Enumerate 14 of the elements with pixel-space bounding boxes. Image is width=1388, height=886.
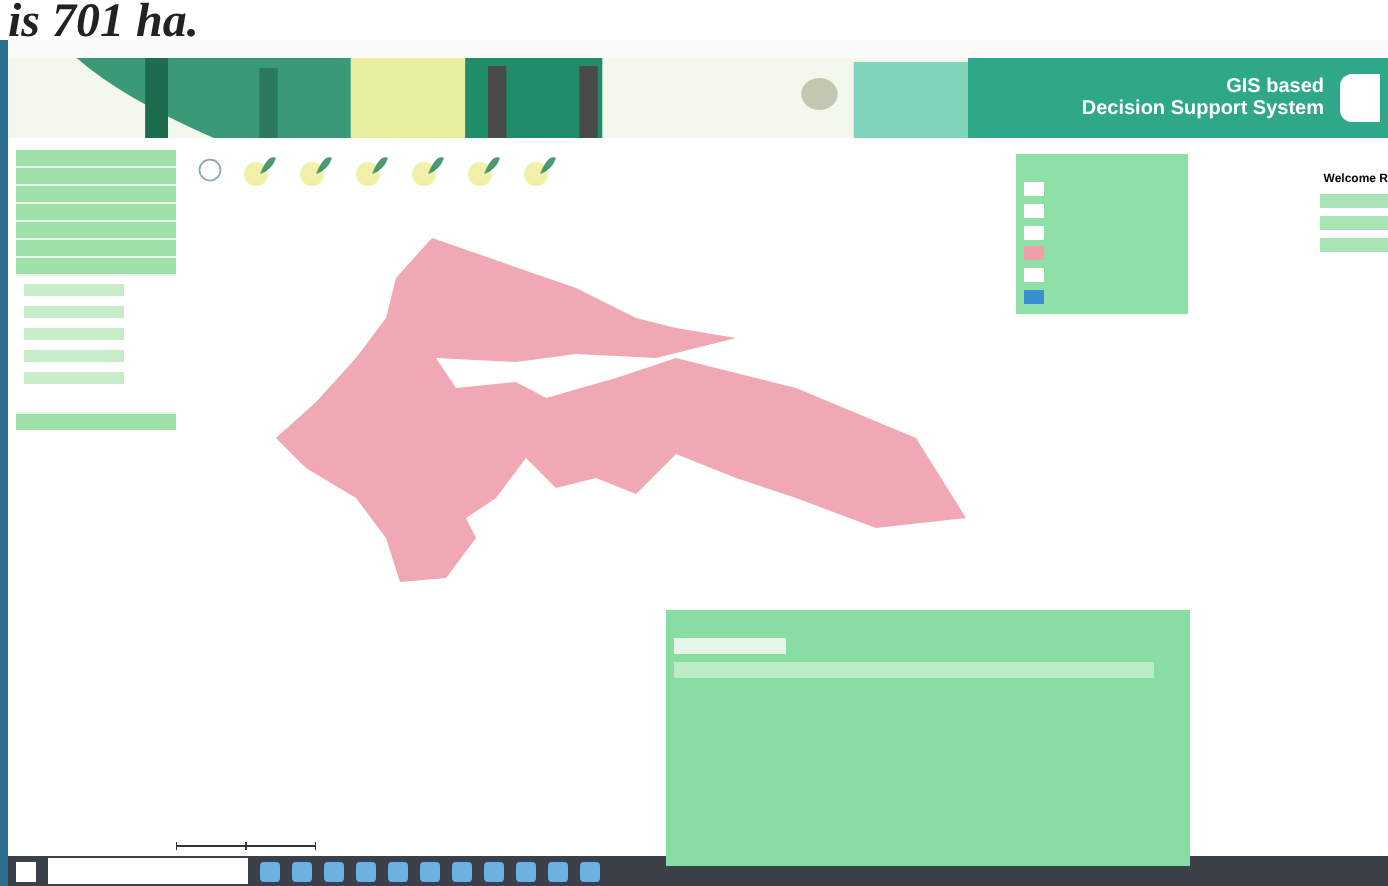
legend-swatch-icon [1024, 225, 1044, 240]
legend-swatch-icon [1024, 268, 1044, 283]
banner-title: GIS based [1226, 76, 1324, 98]
search-field[interactable] [48, 858, 248, 884]
legend-swatch-icon [1024, 290, 1044, 305]
legend-swatch-icon [1024, 203, 1044, 218]
page-text: is 701 ha. [6, 0, 201, 40]
compass-icon[interactable] [196, 156, 224, 184]
banner-subtitle: Decision Support System [1081, 98, 1324, 120]
logo-icon [1340, 74, 1380, 122]
legend-swatch-icon [1024, 246, 1044, 261]
legend-swatch-icon [1024, 182, 1044, 196]
scale-bar-icon [176, 838, 316, 854]
start-button[interactable] [16, 861, 36, 881]
